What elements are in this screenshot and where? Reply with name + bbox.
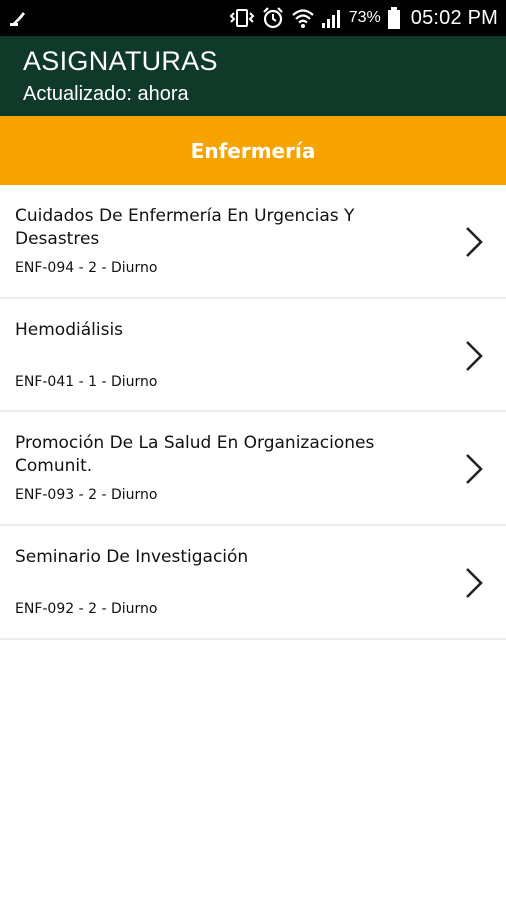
status-clock: 05:02 PM — [410, 6, 498, 29]
status-bar: 73% 05:02 PM — [0, 0, 506, 36]
battery-icon — [387, 6, 401, 30]
last-updated-label: Actualizado: ahora — [23, 83, 189, 105]
vibrate-icon — [229, 8, 255, 28]
course-code: ENF-094 - 2 - Diurno — [15, 260, 158, 276]
section-title: Enfermería — [190, 138, 316, 163]
course-name: Seminario De Investigación — [15, 547, 249, 567]
course-list-item[interactable]: Promoción De La Salud En Organizaciones … — [0, 412, 506, 526]
notification-broom-icon — [8, 9, 28, 27]
battery-percent: 73% — [348, 9, 381, 26]
course-name: Cuidados De Enfermería En Urgencias Y De… — [15, 206, 355, 249]
app-header: ASIGNATURAS Actualizado: ahora — [0, 36, 506, 116]
chevron-right-icon — [466, 227, 483, 257]
course-name: Hemodiálisis — [15, 320, 124, 340]
course-list: Cuidados De Enfermería En Urgencias Y De… — [0, 185, 506, 640]
chevron-right-icon — [466, 454, 483, 484]
chevron-right-icon — [466, 341, 483, 371]
course-name: Promoción De La Salud En Organizaciones … — [15, 433, 375, 476]
course-list-item[interactable]: Hemodiálisis ENF-041 - 1 - Diurno — [0, 299, 506, 412]
course-list-item[interactable]: Cuidados De Enfermería En Urgencias Y De… — [0, 185, 506, 299]
course-list-item[interactable]: Seminario De Investigación ENF-092 - 2 -… — [0, 526, 506, 640]
section-header: Enfermería — [0, 116, 506, 185]
signal-icon — [321, 7, 343, 29]
course-code: ENF-093 - 2 - Diurno — [15, 487, 158, 503]
alarm-icon — [261, 6, 285, 30]
course-code: ENF-092 - 2 - Diurno — [15, 601, 158, 617]
wifi-icon — [291, 7, 315, 29]
page-title: ASIGNATURAS — [23, 46, 218, 76]
course-code: ENF-041 - 1 - Diurno — [15, 374, 158, 390]
chevron-right-icon — [466, 568, 483, 598]
